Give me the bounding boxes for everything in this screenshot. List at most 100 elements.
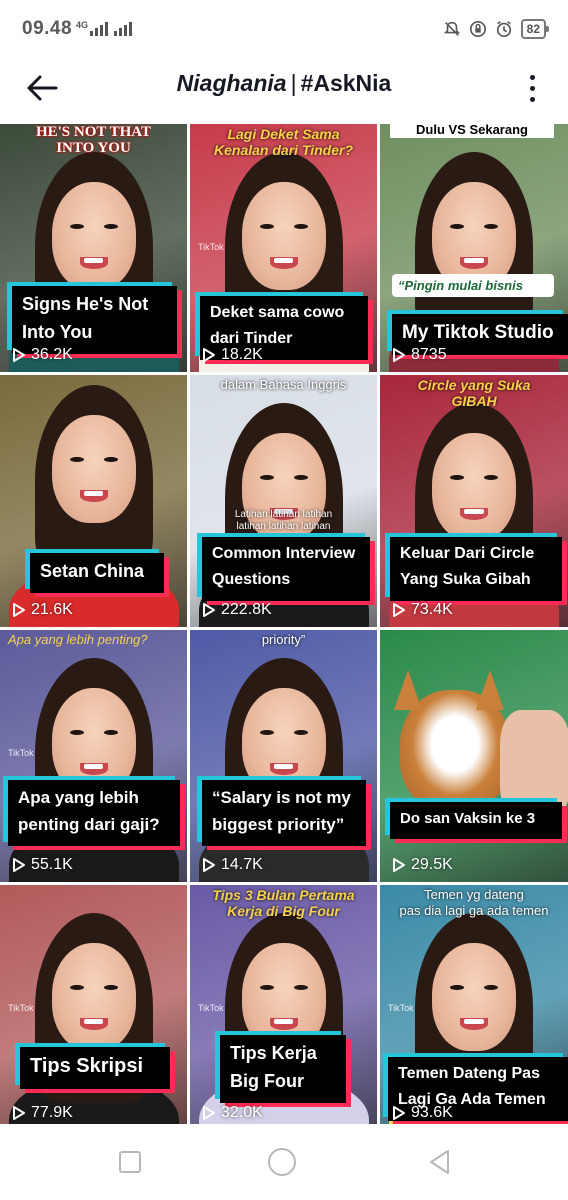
play-outline-icon (13, 348, 25, 362)
caption-line: penting dari gaji? (18, 815, 160, 834)
video-tile[interactable]: HE'S NOT THAT INTO YOU Signs He's Not Into… (0, 124, 187, 372)
tiktok-watermark: TikTok (388, 1003, 414, 1013)
recent-apps-button[interactable] (114, 1146, 146, 1178)
video-tile[interactable]: Setan China 21.6K (0, 375, 187, 627)
hashtag-title: #AskNia (300, 70, 392, 96)
title-separator: | (290, 70, 297, 96)
view-count-value: 32.0K (221, 1104, 263, 1121)
video-caption: Common Interview Questions (202, 537, 370, 601)
video-grid: HE'S NOT THAT INTO YOU Signs He's Not Into… (0, 124, 568, 1130)
caption-line: Tips Skripsi (30, 1055, 144, 1077)
tiktok-watermark: TikTok (8, 1003, 34, 1013)
play-outline-icon (393, 348, 405, 362)
signal-icon (114, 22, 133, 36)
video-tile[interactable]: TikTok Tips Skripsi 77.9K (0, 885, 187, 1130)
tiktok-watermark: TikTok (8, 748, 34, 758)
video-caption: Apa yang lebih penting dari gaji? (8, 780, 180, 846)
mute-bell-icon (443, 21, 460, 36)
battery-indicator: 82 (520, 19, 550, 39)
view-count: 36.2K (12, 346, 73, 364)
video-overlay-text: Circle yang Suka GIBAH (417, 377, 531, 409)
video-overlay-text: priority” (261, 632, 306, 647)
speech-bubble-text: “Pingin mulai bisnis (392, 274, 554, 297)
caption-line: “Salary is not my (212, 788, 351, 807)
play-outline-icon (13, 858, 25, 872)
video-caption: Setan China (30, 553, 164, 593)
caption-line: Do san Vaksin ke 3 (400, 810, 536, 827)
caption-line: Setan China (40, 561, 145, 581)
square-icon (119, 1151, 141, 1173)
view-count-value: 14.7K (221, 856, 263, 873)
video-tile[interactable]: dalam Bahasa Inggris Latihan latihan lati… (190, 375, 377, 627)
view-count-value: 73.4K (411, 601, 453, 618)
app-header: Niaghania | #AskNia (0, 58, 568, 120)
view-count-value: 77.9K (31, 1104, 73, 1121)
play-outline-icon (203, 858, 215, 872)
caption-line: biggest priority” (212, 815, 345, 834)
view-count-value: 55.1K (31, 856, 73, 873)
vertical-dots-icon (529, 74, 535, 102)
view-count: 8735 (392, 346, 447, 364)
caption-line: Signs He's Not (22, 294, 149, 314)
video-tile[interactable]: priority” “Salary is not my biggest priori… (190, 630, 377, 882)
video-tile[interactable]: “Udah”Do san Vaksin ke 329.5K (380, 630, 568, 882)
video-overlay-text: HE'S NOT THAT INTO YOU (35, 124, 152, 156)
view-count: 93.6K (392, 1104, 453, 1122)
video-tile[interactable]: Tips 3 Bulan Pertama Kerja di Big Four Ti… (190, 885, 377, 1130)
video-tile[interactable]: Lagi Deket Sama Kenalan dari Tinder? TikT… (190, 124, 377, 372)
video-tile[interactable]: Temen yg dateng pas dia lagi ga ada teme… (380, 885, 568, 1130)
video-overlay-text: dalam Bahasa Inggris (220, 377, 347, 392)
video-tile[interactable]: Circle yang Suka GIBAH Keluar Dari Circle… (380, 375, 568, 627)
play-outline-icon (13, 603, 25, 617)
home-button[interactable] (266, 1146, 298, 1178)
play-outline-icon (393, 858, 405, 872)
tiktok-watermark: TikTok (198, 242, 224, 252)
page-title: Niaghania | #AskNia (0, 70, 568, 97)
view-count-value: 18.2K (221, 346, 263, 363)
play-outline-icon (203, 1106, 215, 1120)
alarm-icon (496, 21, 511, 38)
video-overlay-text: Apa yang lebih penting? (8, 632, 148, 647)
lock-rotation-icon (469, 20, 486, 38)
view-count: 32.0K (202, 1104, 263, 1122)
caption-line: Deket sama cowo (210, 304, 345, 321)
system-nav-bar (0, 1124, 568, 1200)
play-outline-icon (203, 603, 215, 617)
view-count-value: 21.6K (31, 601, 73, 618)
video-overlay-text: Tips 3 Bulan Pertama Kerja di Big Four (212, 887, 355, 919)
video-overlay-text: Temen yg dateng pas dia lagi ga ada teme… (399, 887, 549, 918)
play-outline-icon (393, 603, 405, 617)
caption-line: Big Four (230, 1071, 304, 1091)
nav-back-button[interactable] (424, 1146, 456, 1178)
caption-line: Tips Kerja (230, 1043, 317, 1063)
creator-figure (380, 630, 568, 882)
circle-icon (268, 1148, 296, 1176)
status-bar: 09.48 4G 82 (0, 0, 568, 58)
video-tile[interactable]: Dulu VS Sekarang “Pingin mulai bisnis My T… (380, 124, 568, 372)
video-caption: Do san Vaksin ke 3 (390, 802, 562, 839)
triangle-back-icon (430, 1150, 449, 1174)
video-overlay-text: Lagi Deket Sama Kenalan dari Tinder? (214, 126, 353, 158)
tiktok-watermark: TikTok (198, 1003, 224, 1013)
caption-line: Yang Suka Gibah (400, 571, 531, 588)
status-icons: 82 (443, 19, 550, 39)
caption-line: Keluar Dari Circle (400, 545, 535, 562)
video-caption: Signs He's Not Into You (12, 286, 177, 354)
play-outline-icon (13, 1106, 25, 1120)
view-count: 21.6K (12, 601, 73, 619)
view-count: 222.8K (202, 601, 272, 619)
more-options-button[interactable] (520, 68, 544, 108)
caption-line: Questions (212, 571, 291, 588)
video-caption: Tips Skripsi (20, 1047, 170, 1089)
video-tile[interactable]: Apa yang lebih penting? TikTok Apa yang le… (0, 630, 187, 882)
network-type: 4G (76, 20, 89, 30)
caption-line: My Tiktok Studio (402, 322, 554, 343)
view-count: 73.4K (392, 601, 453, 619)
view-count: 55.1K (12, 856, 73, 874)
caption-line: Apa yang lebih (18, 788, 139, 807)
caption-line: Common Interview (212, 545, 356, 562)
caption-line: Into You (22, 322, 93, 342)
video-caption: “Salary is not my biggest priority” (202, 780, 366, 846)
view-count-value: 93.6K (411, 1104, 453, 1121)
view-count-value: 8735 (411, 346, 447, 363)
